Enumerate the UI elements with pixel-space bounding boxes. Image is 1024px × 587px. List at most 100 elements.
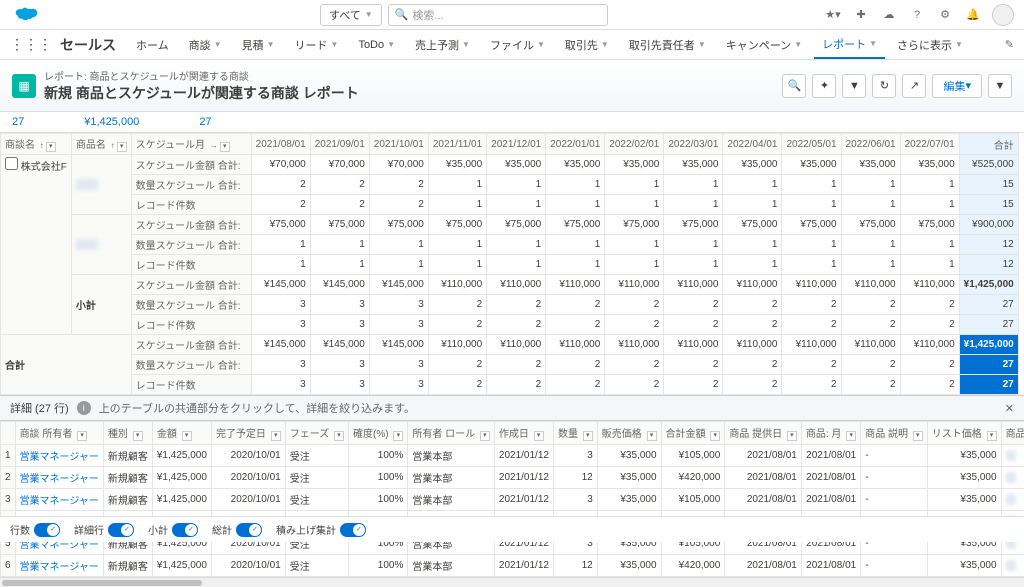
detail-col-header[interactable]: 商品: 月 ▾ [801,422,860,445]
detail-col-header[interactable]: リスト価格 ▾ [927,422,1001,445]
setup-icon[interactable]: ⚙ [936,6,954,24]
more-button[interactable]: ▼ [988,74,1012,98]
detail-col-header[interactable]: 種別 ▾ [103,422,152,445]
detail-row[interactable]: 1営業マネージャー新規顧客¥1,425,0002020/10/01受注100%営… [1,445,1024,467]
detail-close-icon[interactable]: ✕ [1005,402,1014,415]
search-scope-dropdown[interactable]: すべて▼ [320,4,382,26]
horizontal-scrollbar[interactable] [0,577,1024,587]
toggle-detail-label: 詳細行 [74,522,104,537]
matrix-month-header[interactable]: 2022/06/01 [841,134,900,155]
search-button[interactable]: 🔍 [782,74,806,98]
matrix-month-header[interactable]: 2022/05/01 [782,134,841,155]
detail-row[interactable]: 3営業マネージャー新規顧客¥1,425,0002020/10/01受注100%営… [1,489,1024,511]
matrix-month-header[interactable]: 2021/11/01 [428,134,486,155]
toggle-subtotal[interactable] [172,523,198,537]
edit-nav-icon[interactable]: ✎ [1005,38,1014,51]
matrix-month-header[interactable]: 2021/10/01 [369,134,428,155]
salesforce-logo [10,5,40,25]
toggle-detail[interactable] [108,523,134,537]
matrix-month-header[interactable]: 2022/01/01 [546,134,605,155]
nav-item-0[interactable]: ホーム [128,31,177,59]
nav-item-11[interactable]: さらに表示 ▼ [889,31,971,59]
detail-row[interactable]: 6営業マネージャー新規顧客¥1,425,0002020/10/01受注100%営… [1,555,1024,577]
report-icon: ▦ [12,74,36,98]
matrix-total-header: 合計 [959,134,1018,155]
matrix-table: 商談名 ↑▾商品名 ↑▾スケジュール月 →▾2021/08/012021/09/… [0,133,1024,395]
nav-item-7[interactable]: 取引先 ▼ [557,31,617,59]
detail-col-header[interactable]: 商品 提供日 ▾ [725,422,802,445]
nav-item-1[interactable]: 商談 ▼ [181,31,230,59]
app-name: セールス [60,35,116,55]
toggle-stacked[interactable] [340,523,366,537]
global-header: すべて▼ 🔍 検索... ★▾ ✚ ☁ ? ⚙ 🔔 [0,0,1024,30]
toggle-rowcount[interactable] [34,523,60,537]
detail-col-header[interactable]: 作成日 ▾ [494,422,553,445]
nav-item-3[interactable]: リード ▼ [287,31,347,59]
matrix-month-header[interactable]: 2021/09/01 [310,134,369,155]
chart-button[interactable]: ✦ [812,74,836,98]
app-launcher-icon[interactable]: ⋮⋮⋮ [10,36,52,53]
detail-table: 商談 所有者 ▾種別 ▾金額 ▾完了予定日 ▾フェーズ ▾確度(%) ▾所有者 … [0,421,1024,577]
info-icon: i [77,401,91,415]
notifications-icon[interactable]: 🔔 [964,6,982,24]
detail-col-header[interactable]: 金額 ▾ [152,422,211,445]
app-nav: ⋮⋮⋮ セールス ホーム商談 ▼見積 ▼リード ▼ToDo ▼売上予測 ▼ファイ… [0,30,1024,60]
detail-col-header[interactable]: フェーズ ▾ [285,422,348,445]
global-search-input[interactable]: 🔍 検索... [388,4,608,26]
nav-item-10[interactable]: レポート ▼ [814,31,885,59]
matrix-month-header[interactable]: 2022/03/01 [664,134,723,155]
nav-item-2[interactable]: 見積 ▼ [234,31,283,59]
user-avatar[interactable] [992,4,1014,26]
edit-button[interactable]: 編集 ▾ [932,74,982,98]
nav-items: ホーム商談 ▼見積 ▼リード ▼ToDo ▼売上予測 ▼ファイル ▼取引先 ▼取… [128,31,971,59]
detail-col-header[interactable]: 完了予定日 ▾ [211,422,285,445]
toggle-stacked-label: 積み上げ集計 [276,522,336,537]
add-icon[interactable]: ✚ [852,6,870,24]
footer-toggles: 行数 詳細行 小計 総計 積み上げ集計 [0,516,1024,542]
detail-hint: 上のテーブルの共通部分をクリックして、詳細を絞り込みます。 [99,400,415,416]
export-button[interactable]: ↗ [902,74,926,98]
nav-item-5[interactable]: 売上予測 ▼ [407,31,478,59]
report-breadcrumb: レポート: 商品とスケジュールが関連する商談 [44,68,782,83]
summary-count: 27 [12,116,24,128]
detail-title: 詳細 (27 行) [10,400,69,416]
nav-item-6[interactable]: ファイル ▼ [482,31,553,59]
summary-amount: ¥1,425,000 [84,116,139,128]
nav-item-4[interactable]: ToDo ▼ [350,31,403,59]
detail-row[interactable]: 2営業マネージャー新規顧客¥1,425,0002020/10/01受注100%営… [1,467,1024,489]
toggle-subtotal-label: 小計 [148,522,168,537]
report-title: 新規 商品とスケジュールが関連する商談 レポート [44,83,782,103]
matrix-month-header[interactable]: 2022/07/01 [900,134,959,155]
toggle-total[interactable] [236,523,262,537]
toggle-total-label: 総計 [212,522,232,537]
detail-col-header[interactable]: 商品 説明 ▾ [861,422,928,445]
matrix-row-header[interactable]: 商品名 ↑▾ [71,134,131,155]
refresh-button[interactable]: ↻ [872,74,896,98]
report-header: ▦ レポート: 商品とスケジュールが関連する商談 新規 商品とスケジュールが関連… [0,60,1024,112]
detail-col-header[interactable]: 数量 ▾ [553,422,597,445]
matrix-group-parent[interactable]: 株式会社F [1,155,72,335]
help-icon[interactable]: ? [908,6,926,24]
filter-button[interactable]: ▼ [842,74,866,98]
summary-records: 27 [199,116,211,128]
matrix-month-header[interactable]: 2021/12/01 [487,134,546,155]
detail-col-header[interactable]: 合計金額 ▾ [661,422,725,445]
matrix-month-header[interactable]: 2021/08/01 [251,134,310,155]
nav-item-9[interactable]: キャンペーン ▼ [718,31,810,59]
detail-col-header[interactable]: 商品コード ▾ [1001,422,1024,445]
nav-item-8[interactable]: 取引先責任者 ▼ [621,31,714,59]
cloud-icon[interactable]: ☁ [880,6,898,24]
matrix-product: aaaa [71,155,131,215]
detail-col-header[interactable]: 商談 所有者 ▾ [15,422,103,445]
summary-row: 27 ¥1,425,000 27 [0,112,1024,133]
matrix-row-header[interactable]: 商談名 ↑▾ [1,134,72,155]
detail-col-header[interactable]: 確度(%) ▾ [349,422,408,445]
detail-col-header[interactable]: 所有者 ロール ▾ [408,422,495,445]
matrix-month-header[interactable]: 2022/04/01 [723,134,782,155]
matrix-month-header[interactable]: 2022/02/01 [605,134,664,155]
row-checkbox[interactable] [5,157,18,170]
favorites-icon[interactable]: ★▾ [824,6,842,24]
toggle-rowcount-label: 行数 [10,522,30,537]
detail-col-header[interactable]: 販売価格 ▾ [597,422,661,445]
matrix-row-header[interactable]: スケジュール月 →▾ [131,134,251,155]
